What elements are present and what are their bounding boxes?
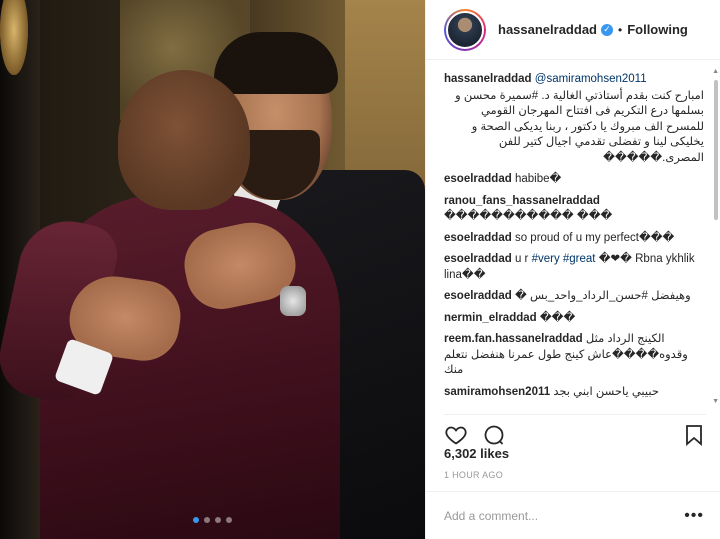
comment-text: وهيفضل #حسن_الرداد_واحد_بس � [514, 290, 691, 302]
header-username[interactable]: hassanelraddad [498, 22, 597, 37]
comment-username[interactable]: ranou_fans_hassanelraddad [444, 195, 600, 207]
header-separator: • [618, 22, 623, 37]
carousel-dot[interactable] [215, 517, 221, 523]
following-button[interactable]: Following [627, 22, 688, 37]
caption-text: امبارح كنت بقدم أستاذتي الغالية د. #سمير… [455, 89, 704, 164]
scrollbar-thumb[interactable] [714, 80, 718, 220]
action-bar [444, 414, 706, 446]
post-photo[interactable] [0, 0, 425, 539]
comment-text: ����������� ��� [444, 210, 613, 222]
scroll-down-arrow-icon[interactable]: ▼ [712, 398, 719, 405]
post-timestamp[interactable]: 1 HOUR AGO [444, 470, 503, 480]
comment-item: ranou_fans_hassanelraddad ����������� ��… [444, 194, 704, 225]
comment-text: ��� [539, 311, 576, 324]
add-comment-input[interactable] [444, 508, 685, 523]
comment-bubble-icon[interactable] [482, 423, 506, 447]
comment-text: habibe� [514, 173, 562, 185]
caption-username[interactable]: hassanelraddad [444, 73, 532, 85]
comment-item: samiramohsen2011 حبيبي ياحسن ابني بجد [444, 385, 704, 401]
comment-text: u r [514, 253, 532, 265]
comment-username[interactable]: esoelraddad [444, 232, 512, 244]
more-options-icon[interactable]: ••• [684, 507, 704, 525]
photo-man-hair [214, 32, 338, 94]
comment-username[interactable]: reem.fan.hassanelraddad [444, 333, 583, 345]
comment-item: esoelraddad so proud of u my perfect��� [444, 231, 704, 247]
comment-item: esoelraddad habibe� [444, 172, 704, 188]
post-sidebar: hassanelraddad ✓ • Following hassanelrad… [425, 0, 720, 539]
post-header: hassanelraddad ✓ • Following [426, 0, 720, 60]
comment-username[interactable]: esoelraddad [444, 173, 512, 185]
likes-count[interactable]: 6,302 likes [444, 446, 509, 461]
comment-text: حبيبي ياحسن ابني بجد [553, 385, 659, 398]
add-comment-bar: ••• [426, 491, 720, 539]
comment-item: esoelraddad u r #very #great �❤� Rbna yk… [444, 252, 704, 283]
verified-badge-icon: ✓ [601, 23, 613, 36]
comment-username[interactable]: samiramohsen2011 [444, 386, 550, 398]
comments-list[interactable]: hassanelraddad @samiramohsen2011 امبارح … [444, 72, 704, 402]
avatar-image [446, 10, 484, 49]
carousel-dot[interactable] [204, 517, 210, 523]
comment-username[interactable]: nermin_elraddad [444, 312, 537, 324]
photo-lamp [0, 0, 28, 75]
caption-mention[interactable]: @samiramohsen2011 [535, 73, 647, 85]
caption: hassanelraddad @samiramohsen2011 امبارح … [444, 72, 704, 166]
instagram-post: hassanelraddad ✓ • Following hassanelrad… [0, 0, 720, 539]
carousel-dot[interactable] [226, 517, 232, 523]
carousel-indicator[interactable] [0, 517, 425, 523]
photo-watch [280, 286, 306, 316]
photo-woman-hair [118, 70, 250, 210]
comment-item: nermin_elraddad ��� [444, 311, 704, 327]
comment-item: reem.fan.hassanelraddad الكينج الرداد مث… [444, 332, 704, 379]
bookmark-icon[interactable] [682, 423, 706, 447]
comment-item: esoelraddad وهيفضل #حسن_الرداد_واحد_بس � [444, 289, 704, 305]
heart-icon[interactable] [444, 423, 468, 447]
avatar[interactable] [444, 8, 486, 51]
carousel-dot[interactable] [193, 517, 199, 523]
comment-text: so proud of u my perfect��� [514, 231, 675, 244]
comment-username[interactable]: esoelraddad [444, 290, 512, 302]
comment-username[interactable]: esoelraddad [444, 253, 512, 265]
comment-hashtags[interactable]: #very #great [532, 253, 596, 265]
scroll-up-arrow-icon[interactable]: ▲ [712, 68, 719, 75]
